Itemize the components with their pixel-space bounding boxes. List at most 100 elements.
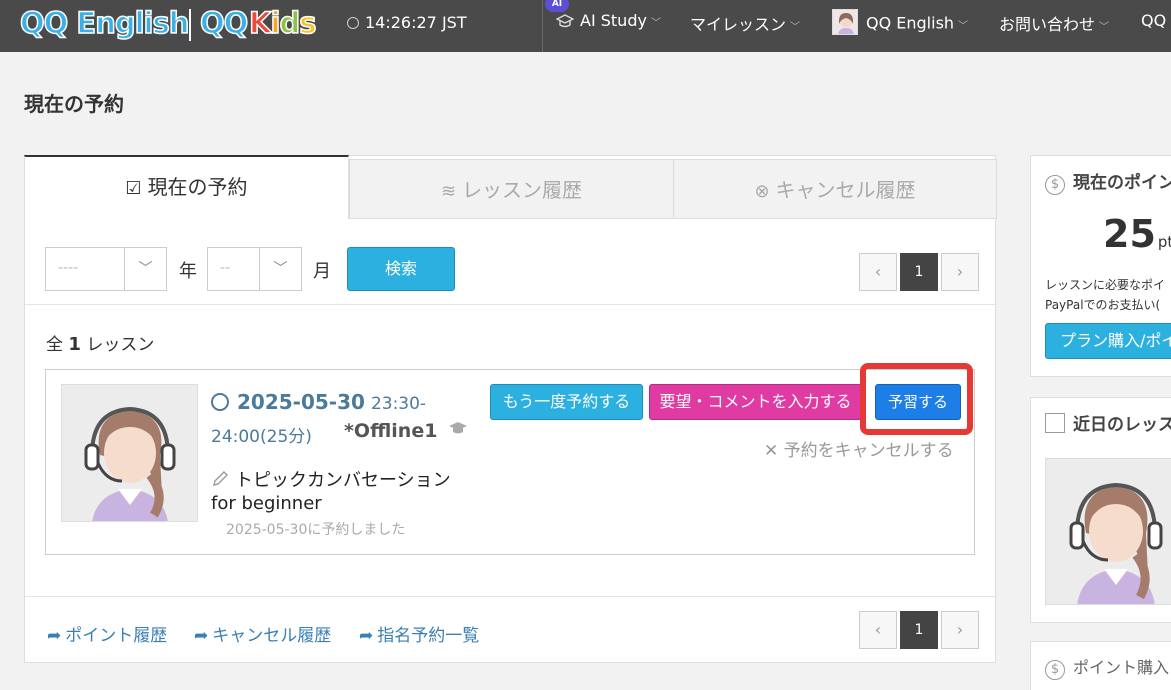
graduation-cap-icon bbox=[449, 422, 468, 434]
tab-current-reservations[interactable]: ☑ 現在の予約 bbox=[24, 155, 349, 219]
cancel-history-label: キャンセル履歴 bbox=[212, 626, 332, 646]
rebook-button[interactable]: もう一度予約する bbox=[490, 384, 643, 420]
page-title: 現在の予約 bbox=[24, 92, 124, 116]
clipboard-check-icon: ☑ bbox=[125, 178, 142, 199]
divider bbox=[25, 596, 995, 597]
chevron-down-icon: ﹀ bbox=[259, 248, 301, 290]
nav-account-label: QQ English bbox=[866, 13, 955, 33]
points-title-text: 現在のポイン bbox=[1073, 173, 1171, 193]
lesson-date: 2025-05-30 23:30- bbox=[211, 390, 426, 414]
kids-logo-text[interactable]: Kids bbox=[248, 5, 317, 41]
upcoming-title-text: 近日のレッス bbox=[1073, 415, 1171, 435]
nav-my-lessons-label: マイレッスン bbox=[690, 15, 787, 34]
point-purchase-widget: $ ポイント購入 bbox=[1030, 641, 1171, 690]
points-title: $ 現在のポイン bbox=[1045, 168, 1171, 195]
qq-english-logo[interactable]: QQ English bbox=[19, 5, 190, 42]
nav-ai-study[interactable]: AI Study ﹀ bbox=[556, 11, 661, 30]
lesson-count: 全 1 レッスン bbox=[46, 330, 154, 355]
teacher-name[interactable]: *Offline1 bbox=[344, 420, 468, 442]
lesson-topic: トピックカンバセーション bbox=[211, 466, 451, 492]
lesson-time-start: 23:30- bbox=[370, 394, 427, 414]
current-page-button[interactable]: 1 bbox=[900, 253, 938, 291]
points-unit: pts bbox=[1157, 233, 1171, 251]
lesson-count-number: 1 bbox=[68, 334, 81, 355]
user-avatar bbox=[832, 9, 858, 35]
points-note: レッスンに必要なポイ bbox=[1045, 278, 1166, 292]
prepare-button[interactable]: 予習する bbox=[875, 384, 961, 420]
cancel-history-link[interactable]: ➦ キャンセル履歴 bbox=[194, 621, 331, 646]
cancel-reservation-link[interactable]: ✕ 予約をキャンセルする bbox=[764, 436, 954, 461]
dollar-coin-icon: $ bbox=[1045, 175, 1065, 195]
point-purchase-title[interactable]: $ ポイント購入 bbox=[1045, 654, 1169, 680]
lesson-topic-text: トピックカンバセーション bbox=[235, 470, 451, 491]
year-select[interactable]: ---- ﹀ bbox=[45, 247, 167, 291]
clock-text: 14:26:27 JST bbox=[365, 13, 467, 32]
upcoming-teacher-avatar[interactable] bbox=[1045, 458, 1171, 605]
cancel-reservation-label: 予約をキャンセルする bbox=[783, 441, 954, 461]
month-unit-label: 月 bbox=[313, 261, 331, 282]
pencil-icon bbox=[213, 471, 228, 486]
month-select[interactable]: -- ﹀ bbox=[207, 247, 302, 291]
pagination-bottom: ‹ 1 › bbox=[859, 611, 979, 649]
nav-account[interactable]: QQ English ﹀ bbox=[832, 9, 969, 37]
tab-lesson-history[interactable]: ≋ レッスン履歴 bbox=[349, 159, 674, 219]
nav-ai-study-label: AI Study bbox=[580, 11, 647, 30]
share-arrow-icon: ➦ bbox=[194, 626, 209, 646]
chevron-down-icon: ﹀ bbox=[650, 18, 661, 29]
qq-kids-logo[interactable]: QQ bbox=[199, 5, 249, 42]
lesson-card: 2025-05-30 23:30- 24:00(25分) *Offline1 トピ… bbox=[45, 363, 975, 555]
x-circle-icon: ⊗ bbox=[754, 181, 770, 202]
nav-divider bbox=[542, 0, 543, 52]
comment-button[interactable]: 要望・コメントを入力する bbox=[649, 384, 862, 420]
month-select-value: -- bbox=[220, 260, 231, 276]
server-clock: 14:26:27 JST bbox=[347, 13, 467, 32]
year-unit-label: 年 bbox=[179, 261, 197, 282]
nav-contact[interactable]: お問い合わせ ﹀ bbox=[999, 11, 1109, 35]
buy-plan-button[interactable]: プラン購入/ポイ bbox=[1045, 323, 1171, 359]
calendar-icon bbox=[1045, 413, 1065, 433]
teacher-avatar[interactable] bbox=[61, 384, 198, 522]
booked-date: 2025-05-30に予約しました bbox=[226, 522, 406, 538]
divider bbox=[25, 304, 995, 305]
lesson-date-text: 2025-05-30 bbox=[237, 390, 365, 414]
chevron-down-icon: ﹀ bbox=[790, 22, 801, 33]
nav-contact-label: お問い合わせ bbox=[999, 15, 1096, 34]
tab-bar: ☑ 現在の予約 ≋ レッスン履歴 ⊗ キャンセル履歴 bbox=[24, 155, 997, 219]
logo-divider bbox=[189, 9, 191, 41]
nav-more-label: QQ bbox=[1141, 11, 1167, 30]
tab-current-label: 現在の予約 bbox=[147, 175, 248, 199]
close-icon: ✕ bbox=[764, 441, 779, 461]
dollar-coin-icon: $ bbox=[1045, 660, 1065, 680]
clock-icon bbox=[211, 393, 229, 411]
nominated-label: 指名予約一覧 bbox=[377, 626, 480, 646]
points-value: 25 bbox=[1103, 212, 1156, 256]
lesson-count-prefix: 全 bbox=[46, 335, 63, 355]
search-button[interactable]: 検索 bbox=[347, 247, 455, 291]
next-page-button[interactable]: › bbox=[941, 253, 979, 291]
chevron-down-icon: ﹀ bbox=[1099, 22, 1110, 33]
lesson-topic-level: for beginner bbox=[211, 493, 322, 514]
chevron-down-icon: ﹀ bbox=[958, 20, 969, 32]
tab-cancel-history[interactable]: ⊗ キャンセル履歴 bbox=[673, 159, 997, 219]
current-page-button[interactable]: 1 bbox=[900, 611, 938, 649]
year-select-value: ---- bbox=[58, 260, 79, 276]
points-history-link[interactable]: ➦ ポイント履歴 bbox=[47, 621, 167, 646]
teacher-name-text: *Offline1 bbox=[344, 420, 438, 442]
lesson-time-end: 24:00(25分) bbox=[211, 427, 312, 447]
tab-cancel-label: キャンセル履歴 bbox=[775, 178, 916, 202]
point-purchase-text: ポイント購入 bbox=[1073, 658, 1170, 677]
share-arrow-icon: ➦ bbox=[359, 626, 374, 646]
nav-more[interactable]: QQ bbox=[1141, 11, 1166, 30]
prev-page-button[interactable]: ‹ bbox=[859, 611, 897, 649]
tab-history-label: レッスン履歴 bbox=[462, 178, 583, 202]
next-page-button[interactable]: › bbox=[941, 611, 979, 649]
points-widget: $ 現在のポイン 25pts レッスンに必要なポイ PayPalでのお支払い( プ… bbox=[1030, 155, 1171, 377]
paypal-note: PayPalでのお支払い( bbox=[1045, 298, 1161, 312]
nominated-reservations-link[interactable]: ➦ 指名予約一覧 bbox=[359, 621, 479, 646]
prev-page-button[interactable]: ‹ bbox=[859, 253, 897, 291]
pagination-top: ‹ 1 › bbox=[859, 253, 979, 291]
kids-letter: d bbox=[279, 5, 301, 41]
upcoming-title: 近日のレッス bbox=[1045, 410, 1171, 435]
nav-my-lessons[interactable]: マイレッスン ﹀ bbox=[690, 11, 800, 35]
lesson-count-suffix: レッスン bbox=[86, 335, 155, 355]
